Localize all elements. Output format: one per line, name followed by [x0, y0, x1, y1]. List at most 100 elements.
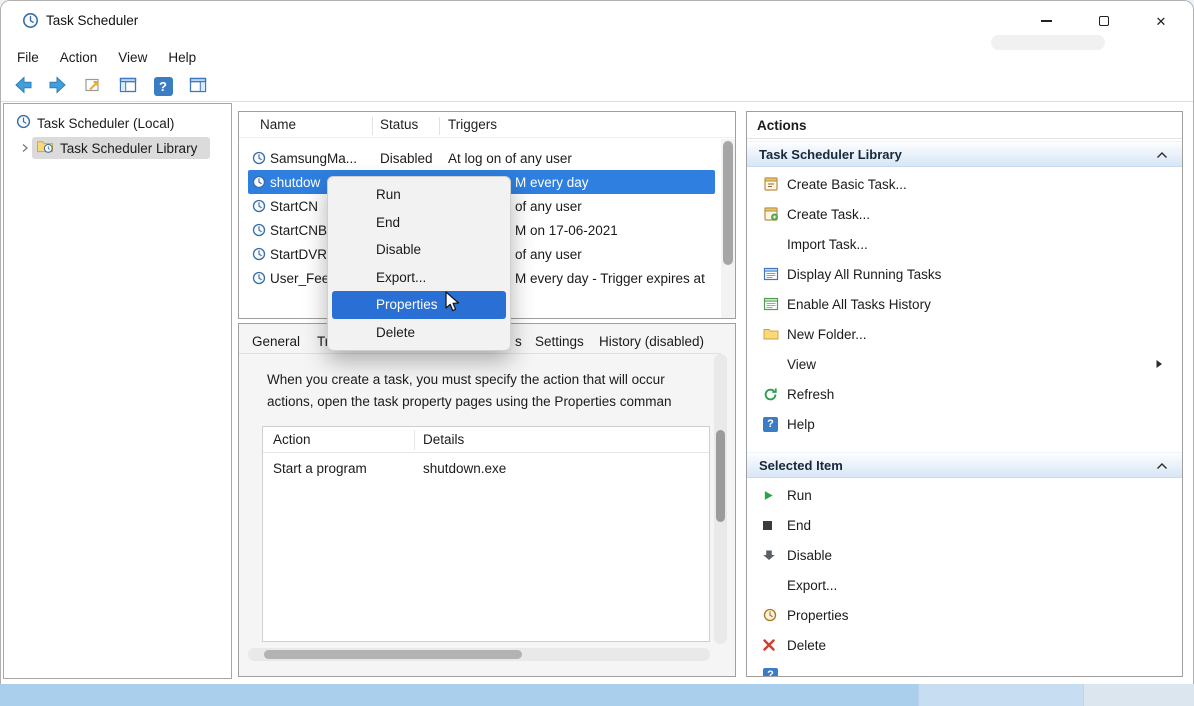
action-label: Delete	[787, 638, 826, 653]
action-label: Help	[787, 417, 815, 432]
toolbar-export-list-button[interactable]	[81, 74, 105, 98]
tree-item-task-scheduler-library[interactable]: Task Scheduler Library	[20, 137, 197, 159]
properties-icon	[763, 608, 787, 622]
scrollbar-thumb[interactable]	[716, 430, 725, 522]
chevron-up-icon	[1156, 462, 1168, 470]
task-clock-icon	[248, 199, 270, 213]
context-menu-delete[interactable]: Delete	[328, 319, 510, 347]
context-menu-run[interactable]: Run	[328, 181, 510, 209]
tab-history[interactable]: History (disabled)	[599, 334, 704, 349]
console-tree-panel: Task Scheduler (Local) Task Scheduler Li…	[3, 103, 232, 679]
context-menu-export[interactable]: Export...	[328, 264, 510, 292]
horizontal-scrollbar[interactable]	[248, 648, 710, 661]
selected-action-export[interactable]: Export...	[747, 570, 1182, 600]
action-enable-all-tasks-history[interactable]: Enable All Tasks History	[747, 289, 1182, 319]
actions-pane-title: Actions	[747, 112, 1182, 139]
task-clock-icon	[248, 223, 270, 237]
selected-action-end[interactable]: End	[747, 510, 1182, 540]
action-label: End	[787, 518, 811, 533]
context-menu-properties[interactable]: Properties	[332, 291, 506, 319]
toolbar-action-pane-button[interactable]	[186, 74, 210, 98]
action-view[interactable]: View	[747, 349, 1182, 379]
action-refresh[interactable]: Refresh	[747, 379, 1182, 409]
tasks-history-icon	[763, 296, 787, 312]
selected-action-help-partial[interactable]: ?	[747, 660, 1182, 677]
minimize-button[interactable]	[1023, 1, 1069, 41]
action-label: Import Task...	[787, 237, 868, 252]
toolbar-forward-button[interactable]	[46, 74, 70, 98]
task-scheduler-window: Task Scheduler ✕ File Action View Help	[0, 0, 1194, 684]
window-title: Task Scheduler	[46, 13, 138, 28]
column-header-name[interactable]: Name	[260, 117, 296, 132]
action-create-basic-task[interactable]: Create Basic Task...	[747, 169, 1182, 199]
scrollbar-thumb[interactable]	[264, 650, 522, 659]
action-new-folder[interactable]: New Folder...	[747, 319, 1182, 349]
action-label: Export...	[787, 578, 837, 593]
action-details-header: Action Details	[263, 427, 709, 453]
task-name: SamsungMa...	[270, 151, 372, 166]
selected-action-delete[interactable]: Delete	[747, 630, 1182, 660]
selected-item-actions-list: Run End Disable Export... Properties	[747, 480, 1182, 677]
selected-action-run[interactable]: Run	[747, 480, 1182, 510]
section-task-scheduler-library[interactable]: Task Scheduler Library	[747, 141, 1182, 167]
tab-actions-partial[interactable]: s	[515, 334, 522, 349]
mouse-cursor	[444, 291, 463, 316]
column-header-status[interactable]: Status	[380, 117, 418, 132]
action-display-all-running-tasks[interactable]: Display All Running Tasks	[747, 259, 1182, 289]
column-header-details[interactable]: Details	[423, 432, 464, 447]
context-menu-disable[interactable]: Disable	[328, 236, 510, 264]
taskbar-segment	[918, 684, 1083, 706]
menu-file[interactable]: File	[17, 50, 39, 65]
selected-action-disable[interactable]: Disable	[747, 540, 1182, 570]
action-help[interactable]: ? Help	[747, 409, 1182, 439]
selected-action-properties[interactable]: Properties	[747, 600, 1182, 630]
help-icon: ?	[763, 417, 787, 432]
forward-icon	[47, 74, 69, 99]
new-folder-icon	[763, 327, 787, 341]
section-header-label: Task Scheduler Library	[759, 147, 902, 162]
action-label: Disable	[787, 548, 832, 563]
toolbar-help-button[interactable]: ?	[151, 74, 175, 98]
action-label: Create Task...	[787, 207, 870, 222]
pane-description-line2: actions, open the task property pages us…	[267, 394, 671, 409]
task-clock-icon	[248, 271, 270, 285]
action-cell: Start a program	[273, 461, 367, 476]
clock-icon	[16, 114, 31, 132]
toolbar-console-tree-button[interactable]	[116, 74, 140, 98]
close-button[interactable]: ✕	[1138, 1, 1184, 41]
action-label: New Folder...	[787, 327, 867, 342]
tab-general[interactable]: General	[252, 334, 300, 349]
minimize-icon	[1041, 20, 1052, 21]
library-actions-list: Create Basic Task... Create Task... Impo…	[747, 169, 1182, 439]
task-clock-icon	[248, 247, 270, 261]
column-header-triggers[interactable]: Triggers	[448, 117, 497, 132]
chevron-right-icon[interactable]	[20, 141, 30, 156]
tree-item-label: Task Scheduler (Local)	[37, 116, 174, 131]
menu-help[interactable]: Help	[168, 50, 196, 65]
folder-clock-icon	[36, 139, 54, 157]
detail-pane-scrollbar[interactable]	[714, 354, 727, 644]
context-menu-end[interactable]: End	[328, 209, 510, 237]
task-clock-icon	[248, 175, 270, 189]
delete-icon	[763, 639, 787, 651]
action-details-row[interactable]: Start a program shutdown.exe	[263, 458, 709, 482]
task-clock-icon	[248, 151, 270, 165]
action-label: Create Basic Task...	[787, 177, 907, 192]
menu-view[interactable]: View	[118, 50, 147, 65]
tab-settings[interactable]: Settings	[535, 334, 584, 349]
scrollbar-thumb[interactable]	[723, 141, 733, 265]
context-menu: Run End Disable Export... Properties Del…	[327, 176, 511, 351]
section-selected-item[interactable]: Selected Item	[747, 452, 1182, 478]
action-create-task[interactable]: Create Task...	[747, 199, 1182, 229]
column-divider	[414, 430, 415, 450]
action-import-task[interactable]: Import Task...	[747, 229, 1182, 259]
toolbar-back-button[interactable]	[11, 74, 35, 98]
column-header-action[interactable]: Action	[273, 432, 311, 447]
actions-pane: Actions Task Scheduler Library Create Ba…	[746, 111, 1183, 677]
action-label: Display All Running Tasks	[787, 267, 941, 282]
task-row-samsungma[interactable]: SamsungMa... Disabled At log on of any u…	[248, 146, 715, 170]
tree-item-task-scheduler-local[interactable]: Task Scheduler (Local)	[16, 112, 174, 134]
menu-action[interactable]: Action	[60, 50, 98, 65]
task-list-scrollbar[interactable]	[721, 139, 735, 318]
maximize-button[interactable]	[1081, 1, 1127, 41]
